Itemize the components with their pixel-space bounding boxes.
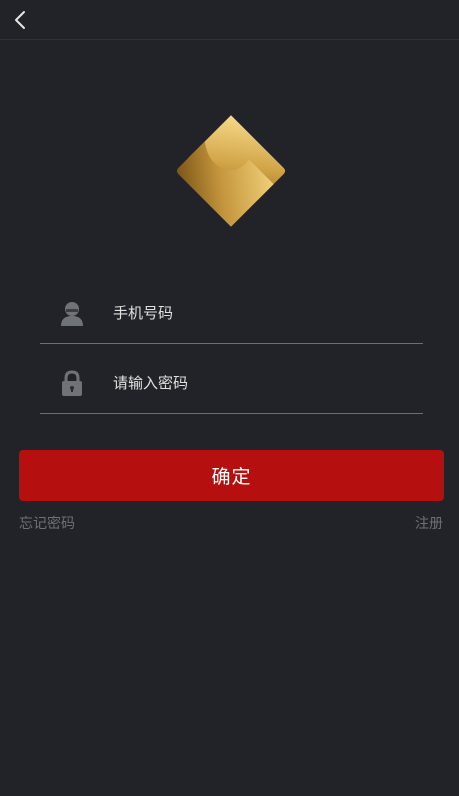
app-logo	[176, 115, 286, 227]
lock-icon	[62, 370, 82, 396]
user-icon	[61, 302, 83, 326]
confirm-button[interactable]: 确定	[19, 450, 444, 501]
phone-input[interactable]	[113, 298, 413, 328]
register-link[interactable]: 注册	[415, 514, 443, 534]
phone-field	[40, 284, 423, 344]
password-field	[40, 354, 423, 414]
chevron-left-icon	[15, 11, 25, 29]
top-bar	[0, 0, 459, 40]
forgot-password-link[interactable]: 忘记密码	[19, 514, 75, 534]
password-input[interactable]	[113, 368, 413, 398]
back-button[interactable]	[6, 6, 34, 34]
